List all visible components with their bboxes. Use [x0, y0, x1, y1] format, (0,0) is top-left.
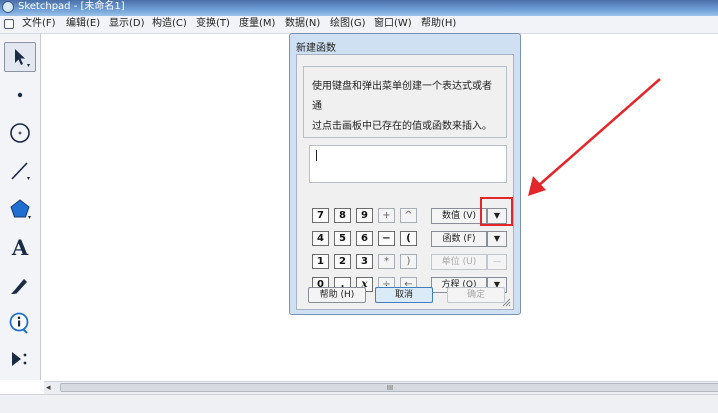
annotation-overlay [528, 78, 661, 196]
annotation-arrow-icon [528, 78, 661, 196]
